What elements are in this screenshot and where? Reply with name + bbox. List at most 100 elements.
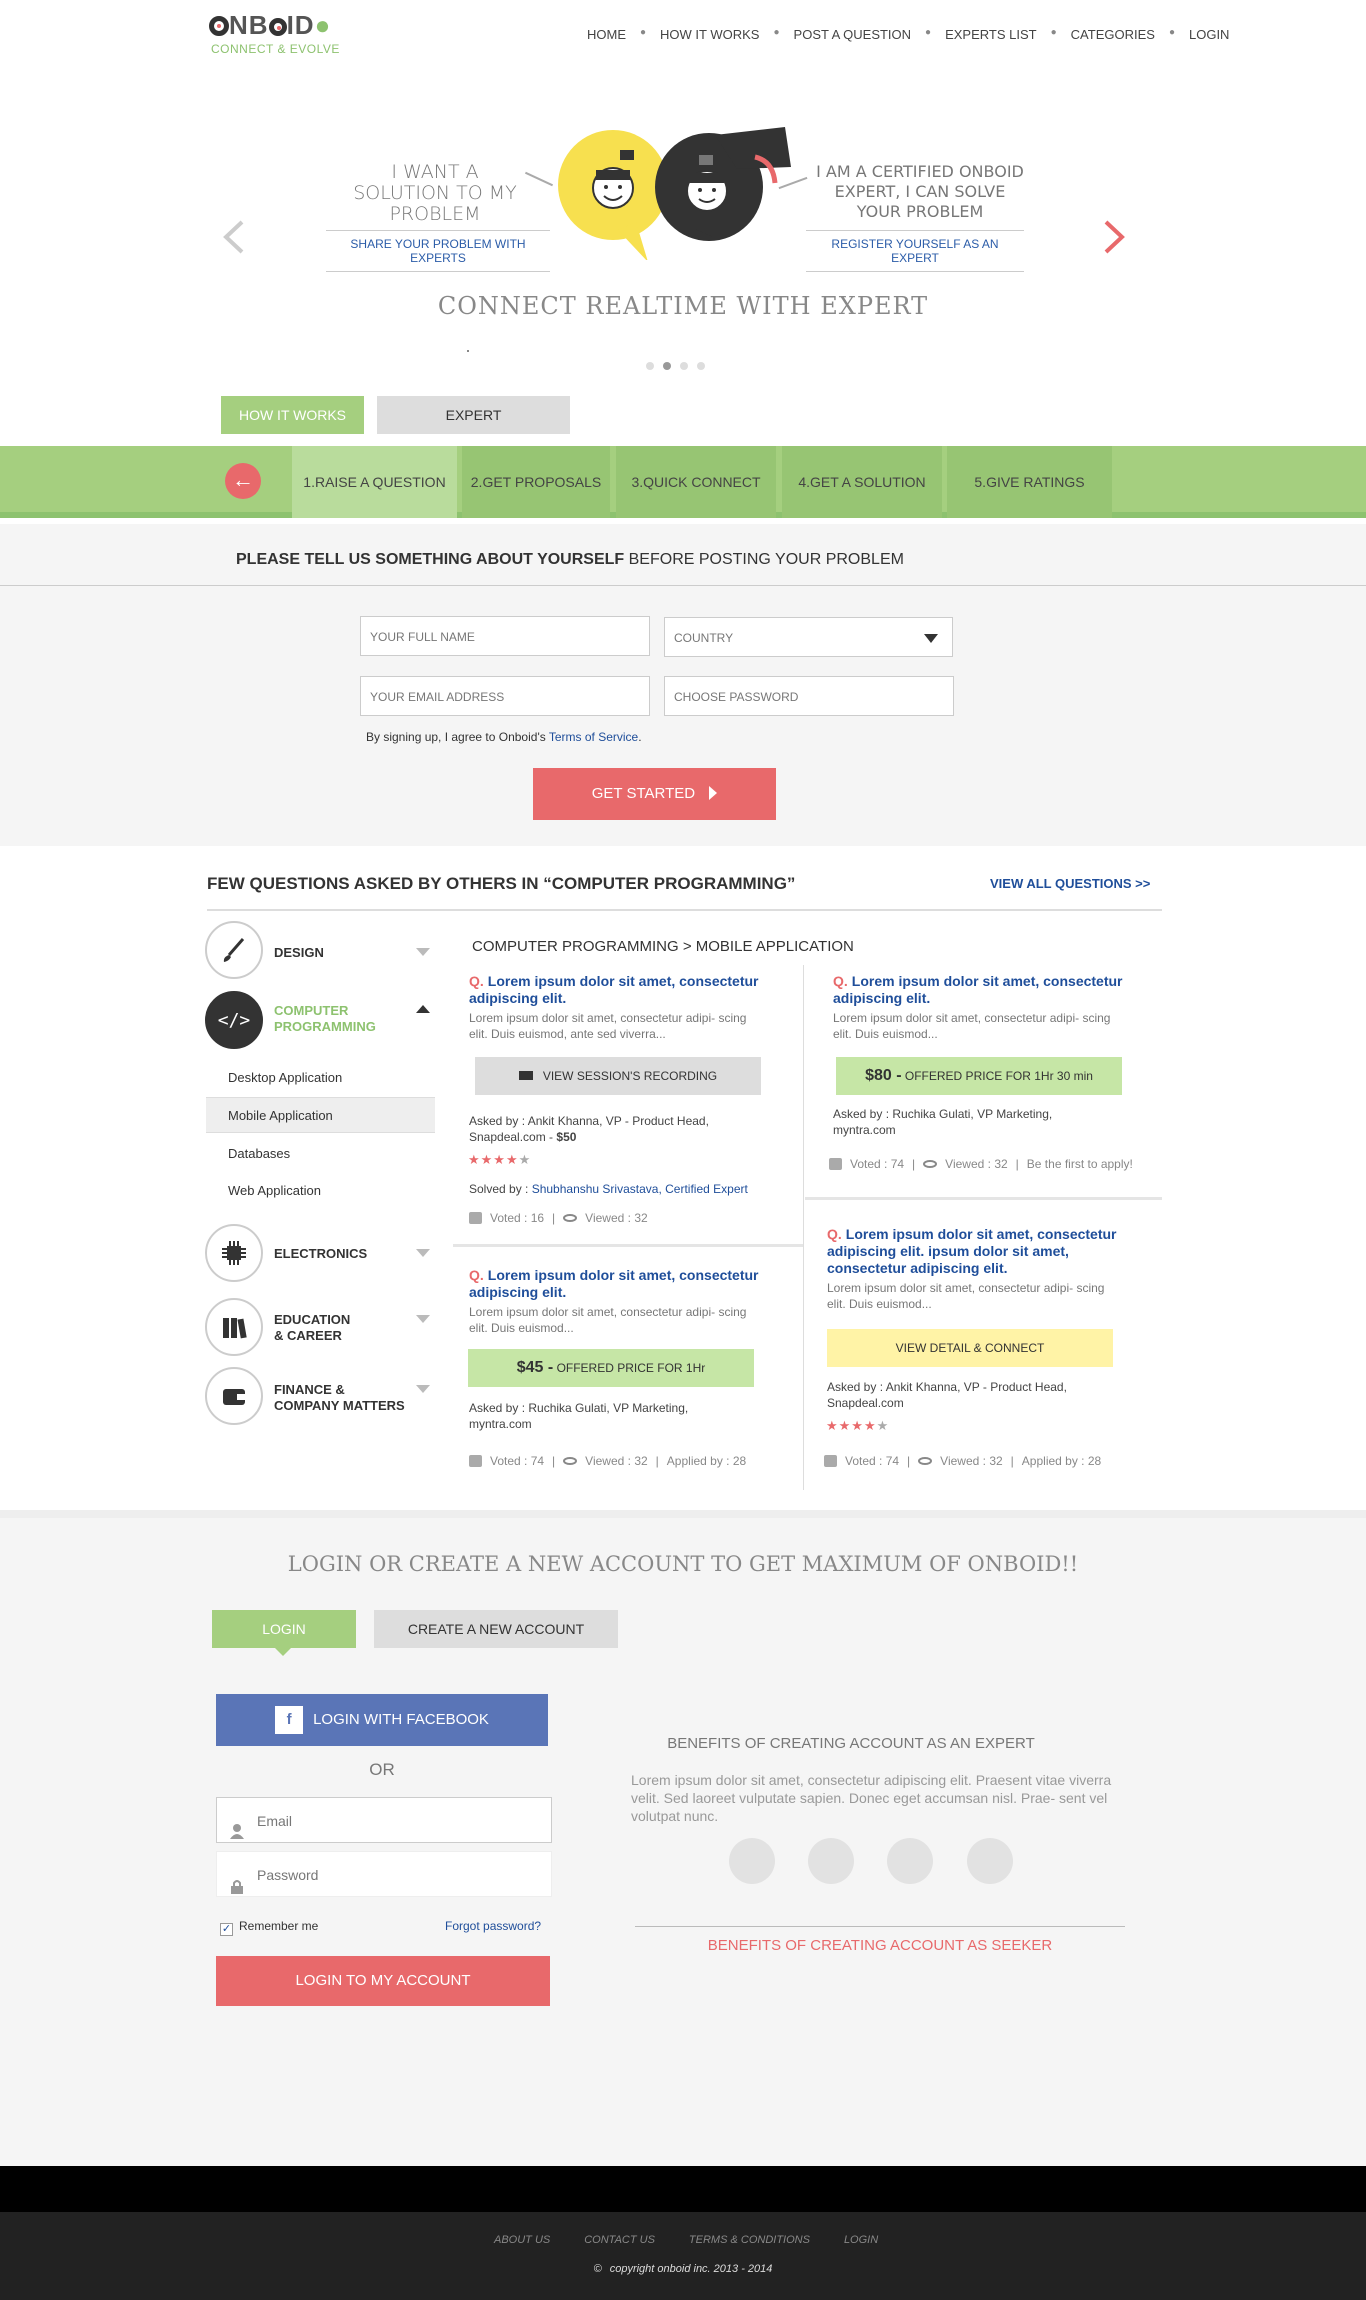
thumbs-up-icon[interactable] — [829, 1158, 842, 1170]
asked-by: Asked by : Ruchika Gulati, VP Marketing,… — [833, 1107, 1053, 1137]
tab-how-it-works[interactable]: HOW IT WORKS — [221, 396, 364, 434]
nav-home[interactable]: HOME — [577, 27, 636, 42]
question-title[interactable]: Q. Lorem ipsum dolor sit amet, consectetu… — [827, 1226, 1147, 1277]
nav-how-it-works[interactable]: HOW IT WORKS — [650, 27, 769, 42]
thumbs-up-icon[interactable] — [824, 1455, 837, 1467]
facebook-login-button[interactable]: f LOGIN WITH FACEBOOK — [216, 1694, 548, 1746]
footer-login-link[interactable]: LOGIN — [844, 2234, 878, 2246]
stats-separator: | — [1015, 1157, 1019, 1171]
question-body: Lorem ipsum dolor sit amet, consectetur … — [827, 1281, 1105, 1311]
register-expert-button[interactable]: REGISTER YOURSELF AS AN EXPERT — [806, 230, 1024, 272]
logo-dot-icon: ● — [314, 10, 332, 40]
chevron-down-icon[interactable] — [416, 948, 430, 956]
category-electronics[interactable]: ELECTRONICS — [274, 1246, 367, 1262]
signup-heading-rest: BEFORE POSTING YOUR PROBLEM — [624, 551, 904, 568]
login-email-field[interactable]: Email — [216, 1797, 552, 1843]
footer-about-link[interactable]: ABOUT US — [494, 2234, 550, 2246]
view-detail-button[interactable]: VIEW DETAIL & CONNECT — [827, 1329, 1113, 1367]
category-education-icon[interactable] — [205, 1298, 263, 1356]
hero-small-dot — [467, 350, 469, 352]
tab-create-account[interactable]: CREATE A NEW ACCOUNT — [374, 1610, 618, 1648]
footer-copyright: © copyright onboid inc. 2013 - 2014 — [0, 2263, 1366, 2275]
view-recording-label: VIEW SESSION'S RECORDING — [542, 1069, 718, 1083]
step-get-proposals[interactable]: 2.GET PROPOSALS — [462, 446, 610, 518]
nav-post-question[interactable]: POST A QUESTION — [784, 27, 922, 42]
category-finance[interactable]: FINANCE & COMPANY MATTERS — [274, 1382, 405, 1414]
price-amount: $80 - — [865, 1067, 902, 1084]
question-card[interactable]: Q. Lorem ipsum dolor sit amet, consectetu… — [827, 1226, 1147, 1312]
question-card[interactable]: Q. Lorem ipsum dolor sit amet, consectetu… — [833, 973, 1153, 1042]
checkbox-checked-icon[interactable]: ✓ — [220, 1923, 233, 1936]
slider-dot-active[interactable] — [663, 362, 671, 370]
view-recording-button[interactable]: VIEW SESSION'S RECORDING — [475, 1057, 761, 1095]
category-design-icon[interactable] — [205, 921, 263, 979]
tab-expert-registration[interactable]: EXPERT REGISTRATION — [377, 396, 570, 461]
category-programming-line1: COMPUTER — [274, 1003, 349, 1018]
share-problem-button[interactable]: SHARE YOUR PROBLEM WITH EXPERTS — [326, 230, 550, 272]
chevron-down-icon[interactable] — [416, 1315, 430, 1323]
subcategory-databases[interactable]: Databases — [206, 1136, 435, 1172]
get-started-button[interactable]: GET STARTED — [533, 768, 776, 820]
signup-heading-bold: PLEASE TELL US SOMETHING ABOUT YOURSELF — [236, 551, 625, 568]
subcategory-mobile[interactable]: Mobile Application — [206, 1097, 435, 1133]
terms-link[interactable]: Terms of Service — [549, 730, 638, 744]
email-field[interactable]: YOUR EMAIL ADDRESS — [360, 676, 650, 716]
solved-by-link[interactable]: Shubhanshu Srivastava, Certified Expert — [532, 1182, 748, 1196]
logo[interactable]: NB ID● — [209, 10, 331, 41]
login-email-placeholder: Email — [257, 1813, 293, 1829]
forgot-password-link[interactable]: Forgot password? — [445, 1919, 541, 1933]
thumbs-up-icon[interactable] — [469, 1455, 482, 1467]
slider-dot[interactable] — [646, 362, 654, 370]
view-all-questions-link[interactable]: VIEW ALL QUESTIONS >> — [990, 876, 1150, 891]
nav-categories[interactable]: CATEGORIES — [1061, 27, 1165, 42]
category-programming-icon[interactable]: </> — [205, 991, 263, 1049]
login-submit-button[interactable]: LOGIN TO MY ACCOUNT — [216, 1956, 550, 2006]
category-electronics-icon[interactable] — [205, 1224, 263, 1282]
question-title[interactable]: Q. Lorem ipsum dolor sit amet, consectetu… — [469, 1267, 789, 1301]
slider-next-icon[interactable] — [1102, 220, 1126, 254]
benefits-expert-title[interactable]: BENEFITS OF CREATING ACCOUNT AS AN EXPER… — [626, 1735, 1076, 1752]
login-password-field[interactable]: Password — [216, 1851, 552, 1897]
password-field[interactable]: CHOOSE PASSWORD — [664, 676, 954, 716]
question-title[interactable]: Q. Lorem ipsum dolor sit amet, consectetu… — [469, 973, 789, 1007]
chevron-down-icon[interactable] — [416, 1249, 430, 1257]
facebook-icon: f — [275, 1706, 304, 1735]
question-body: Lorem ipsum dolor sit amet, consectetur … — [833, 1011, 1111, 1041]
step-get-solution[interactable]: 4.GET A SOLUTION — [782, 446, 942, 518]
benefits-seeker-title[interactable]: BENEFITS OF CREATING ACCOUNT AS SEEKER — [635, 1937, 1125, 1954]
question-stats: Voted : 74 | Viewed : 32 | Applied by : 28 — [824, 1454, 1101, 1468]
full-name-field[interactable]: YOUR FULL NAME — [360, 616, 650, 656]
category-programming[interactable]: COMPUTER PROGRAMMING — [274, 1003, 376, 1035]
nav-experts-list[interactable]: EXPERTS LIST — [935, 27, 1047, 42]
tab-login[interactable]: LOGIN — [212, 1610, 356, 1648]
subcategory-web[interactable]: Web Application — [206, 1173, 435, 1209]
chevron-up-icon[interactable] — [416, 1005, 430, 1013]
divider — [0, 585, 1366, 586]
questions-title: FEW QUESTIONS ASKED BY OTHERS IN “COMPUT… — [207, 874, 796, 893]
slider-dot[interactable] — [680, 362, 688, 370]
applied-count: Applied by : 28 — [1021, 1454, 1102, 1468]
step-raise-question[interactable]: 1.RAISE A QUESTION — [292, 446, 457, 518]
slider-prev-icon[interactable] — [222, 220, 246, 254]
category-education[interactable]: EDUCATION & CAREER — [274, 1312, 350, 1344]
thumbs-up-icon[interactable] — [469, 1212, 482, 1224]
question-title[interactable]: Q. Lorem ipsum dolor sit amet, consectetu… — [833, 973, 1153, 1007]
country-select[interactable]: COUNTRY — [664, 617, 953, 657]
footer-contact-link[interactable]: CONTACT US — [584, 2234, 655, 2246]
back-arrow-icon[interactable]: ← — [225, 463, 261, 499]
step-quick-connect[interactable]: 3.QUICK CONNECT — [616, 446, 776, 518]
step-give-ratings[interactable]: 5.GIVE RATINGS — [947, 446, 1112, 518]
slider-dot[interactable] — [697, 362, 705, 370]
chevron-down-icon[interactable] — [416, 1385, 430, 1393]
footer-terms-link[interactable]: TERMS & CONDITIONS — [689, 2234, 810, 2246]
subcategory-desktop[interactable]: Desktop Application — [206, 1060, 435, 1096]
question-card[interactable]: Q. Lorem ipsum dolor sit amet, consectetu… — [469, 973, 789, 1042]
nav-login[interactable]: LOGIN — [1179, 27, 1239, 42]
copyright-text: copyright onboid inc. 2013 - 2014 — [609, 2263, 773, 2275]
hero-expert-text: I AM A CERTIFIED ONBOID EXPERT, I CAN SO… — [816, 162, 1024, 221]
remember-me[interactable]: ✓ Remember me — [220, 1919, 318, 1936]
category-finance-icon[interactable] — [205, 1367, 263, 1425]
benefit-circle-icon — [808, 1838, 854, 1884]
category-design[interactable]: DESIGN — [274, 945, 324, 961]
question-card[interactable]: Q. Lorem ipsum dolor sit amet, consectetu… — [469, 1267, 789, 1336]
